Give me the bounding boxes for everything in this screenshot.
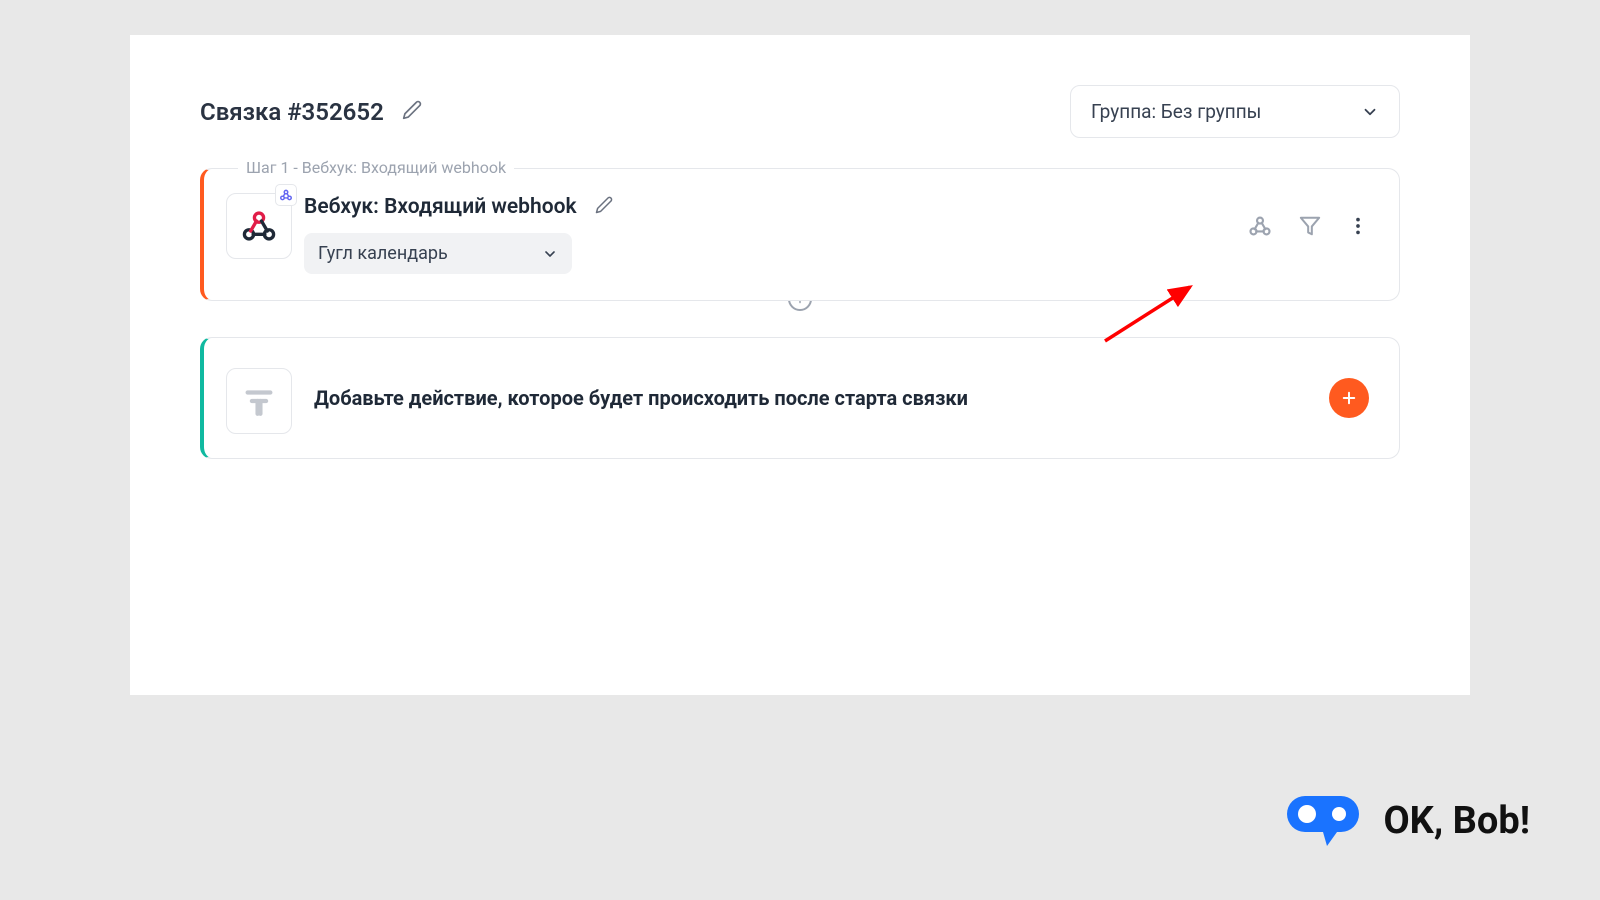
action-prompt-text: Добавьте действие, которое будет происхо… <box>314 386 968 410</box>
filter-icon <box>1299 215 1321 237</box>
webhook-icon <box>1247 213 1273 239</box>
step-card-1: Шаг 1 - Вебхук: Входящий webhook <box>200 168 1400 301</box>
group-select[interactable]: Группа: Без группы <box>1070 85 1400 138</box>
step-logo <box>226 193 292 259</box>
brand-text: OK, Bob! <box>1383 799 1530 843</box>
step-label: Шаг 1 - Вебхук: Входящий webhook <box>238 158 514 177</box>
action-placeholder-icon <box>242 384 276 418</box>
edit-title-button[interactable] <box>402 100 422 124</box>
bundle-title: Связка #352652 <box>200 98 384 126</box>
pencil-icon <box>595 196 613 214</box>
group-select-label: Группа: Без группы <box>1091 100 1261 123</box>
webhook-settings-button[interactable] <box>1247 213 1273 243</box>
add-action-button[interactable] <box>1329 378 1369 418</box>
webhook-mini-icon <box>279 188 293 202</box>
webhook-icon <box>239 206 279 246</box>
step-title: Вебхук: Входящий webhook <box>304 195 577 219</box>
plus-icon <box>1340 389 1358 407</box>
webhook-source-select[interactable]: Гугл календарь <box>304 233 572 274</box>
chevron-down-icon <box>1361 103 1379 121</box>
step-title-row: Вебхук: Входящий webhook <box>304 195 1369 219</box>
action-logo <box>226 368 292 434</box>
action-prompt-card: Добавьте действие, которое будет происхо… <box>200 337 1400 459</box>
edit-step-button[interactable] <box>595 196 613 218</box>
step-actions <box>1247 213 1369 243</box>
brand: OK, Bob! <box>1287 792 1530 850</box>
webhook-source-label: Гугл календарь <box>318 243 448 264</box>
pencil-icon <box>402 100 422 120</box>
main-panel: Связка #352652 Группа: Без группы Шаг 1 … <box>130 35 1470 695</box>
step-body: Гугл календарь <box>304 233 1369 274</box>
webhook-badge <box>275 184 297 206</box>
header-row: Связка #352652 Группа: Без группы <box>130 35 1470 168</box>
filter-button[interactable] <box>1299 215 1321 241</box>
more-button[interactable] <box>1347 215 1369 241</box>
more-vertical-icon <box>1347 215 1369 237</box>
chevron-down-icon <box>542 246 558 262</box>
title-wrap: Связка #352652 <box>200 98 422 126</box>
brand-logo-icon <box>1287 792 1365 850</box>
